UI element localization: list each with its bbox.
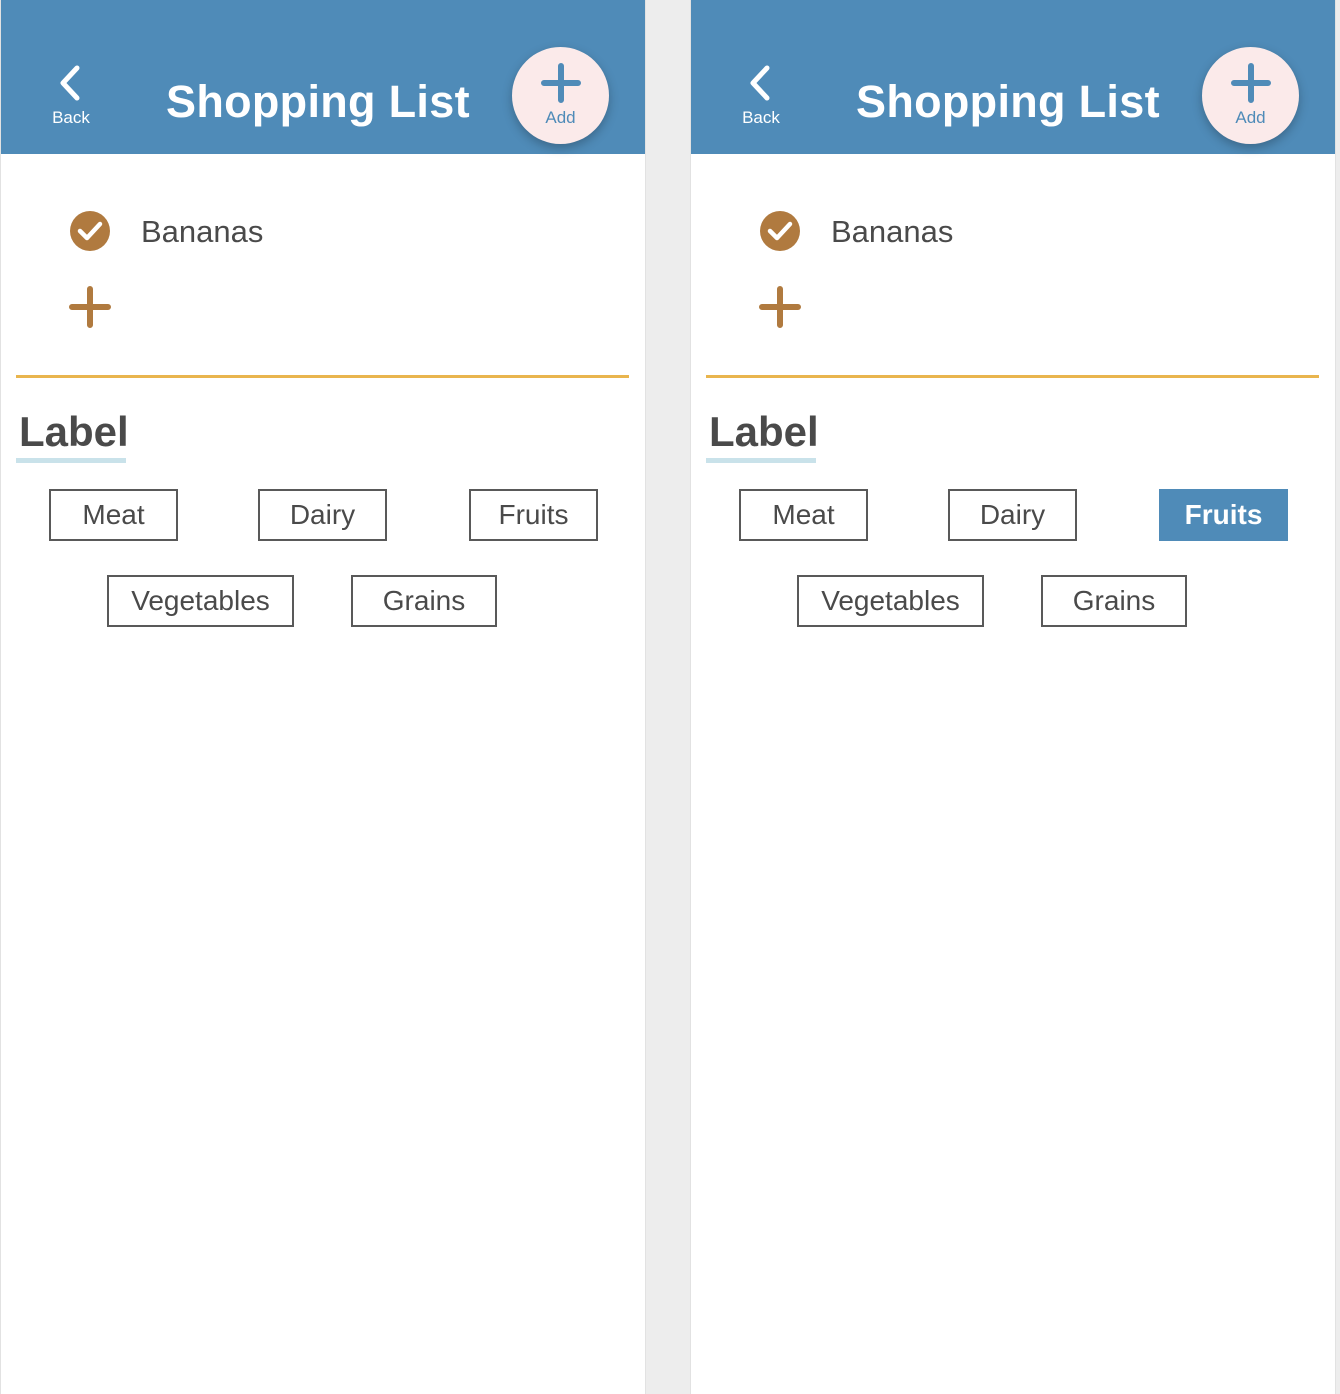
chip-fruits[interactable]: Fruits [469, 489, 598, 541]
label-underline [706, 458, 816, 463]
chip-dairy[interactable]: Dairy [948, 489, 1077, 541]
item-name: Bananas [831, 214, 954, 249]
screen-1: Back Shopping List Add Bananas Label Mea… [1, 0, 645, 1394]
back-label: Back [742, 108, 780, 127]
divider [16, 375, 629, 378]
label-underline [16, 458, 126, 463]
back-button[interactable]: Back [729, 60, 793, 132]
label-section-title: Label [709, 408, 819, 455]
chip-grains[interactable]: Grains [351, 575, 497, 627]
add-button[interactable]: Add [1202, 47, 1299, 144]
check-circle-icon[interactable] [69, 210, 111, 252]
chip-grains[interactable]: Grains [1041, 575, 1187, 627]
list-item: Bananas [759, 208, 1159, 254]
add-item-plus-icon[interactable] [69, 286, 111, 328]
screen-2: Back Shopping List Add Bananas Label Mea… [691, 0, 1335, 1394]
chip-vegetables[interactable]: Vegetables [797, 575, 984, 627]
label-section-title: Label [19, 408, 129, 455]
back-button[interactable]: Back [39, 60, 103, 132]
page-title: Shopping List [856, 76, 1160, 127]
chip-meat[interactable]: Meat [49, 489, 178, 541]
chip-fruits-selected[interactable]: Fruits [1159, 489, 1288, 541]
add-item-plus-icon[interactable] [759, 286, 801, 328]
header-bar: Back Shopping List Add [691, 0, 1335, 154]
chevron-left-icon [60, 65, 80, 101]
check-circle-icon[interactable] [759, 210, 801, 252]
list-item: Bananas [69, 208, 469, 254]
header-bar: Back Shopping List Add [1, 0, 645, 154]
add-button[interactable]: Add [512, 47, 609, 144]
add-label: Add [545, 108, 576, 127]
back-label: Back [52, 108, 90, 127]
page-title: Shopping List [166, 76, 470, 127]
chip-dairy[interactable]: Dairy [258, 489, 387, 541]
plus-icon [541, 63, 581, 103]
plus-icon [1231, 63, 1271, 103]
chip-meat[interactable]: Meat [739, 489, 868, 541]
chevron-left-icon [750, 65, 770, 101]
add-label: Add [1235, 108, 1266, 127]
divider [706, 375, 1319, 378]
item-name: Bananas [141, 214, 264, 249]
chip-vegetables[interactable]: Vegetables [107, 575, 294, 627]
